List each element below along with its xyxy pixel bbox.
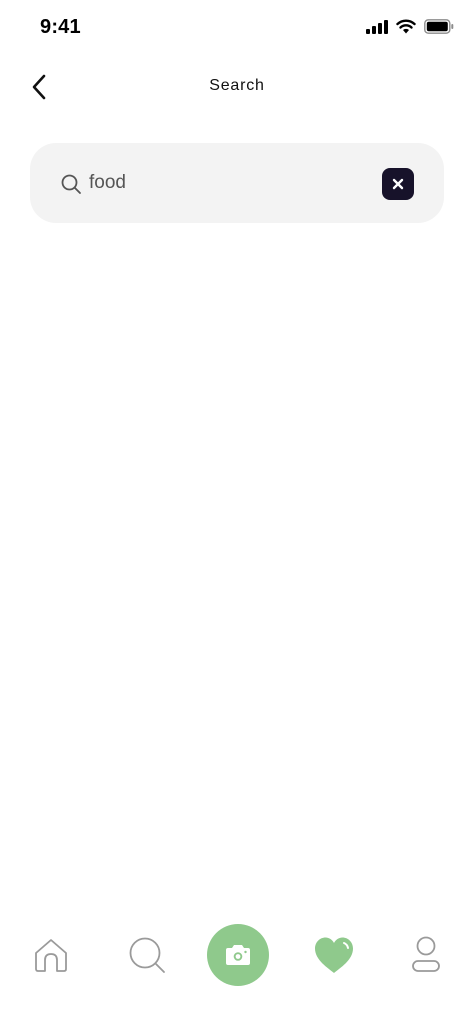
status-time: 9:41 — [40, 16, 81, 38]
search-icon — [129, 937, 165, 973]
battery-icon — [424, 19, 454, 34]
home-icon — [35, 939, 67, 972]
signal-icon — [366, 19, 388, 34]
clear-search-button[interactable] — [382, 168, 414, 200]
camera-icon — [226, 945, 250, 965]
profile-icon — [412, 936, 440, 972]
tab-home[interactable] — [30, 920, 72, 990]
wifi-icon — [396, 19, 416, 34]
search-icon — [61, 174, 81, 194]
status-bar: 9:41 — [0, 0, 474, 56]
tab-profile[interactable] — [406, 920, 446, 990]
tab-search[interactable] — [126, 920, 168, 990]
tab-camera[interactable] — [207, 924, 269, 986]
nav-header: Search — [0, 62, 474, 112]
search-input[interactable] — [89, 168, 359, 198]
tab-bar — [0, 920, 474, 990]
page-title: Search — [209, 77, 265, 94]
close-icon — [392, 178, 404, 190]
tab-favorites[interactable] — [312, 920, 356, 990]
heart-icon — [315, 937, 353, 973]
status-icons — [366, 19, 454, 34]
